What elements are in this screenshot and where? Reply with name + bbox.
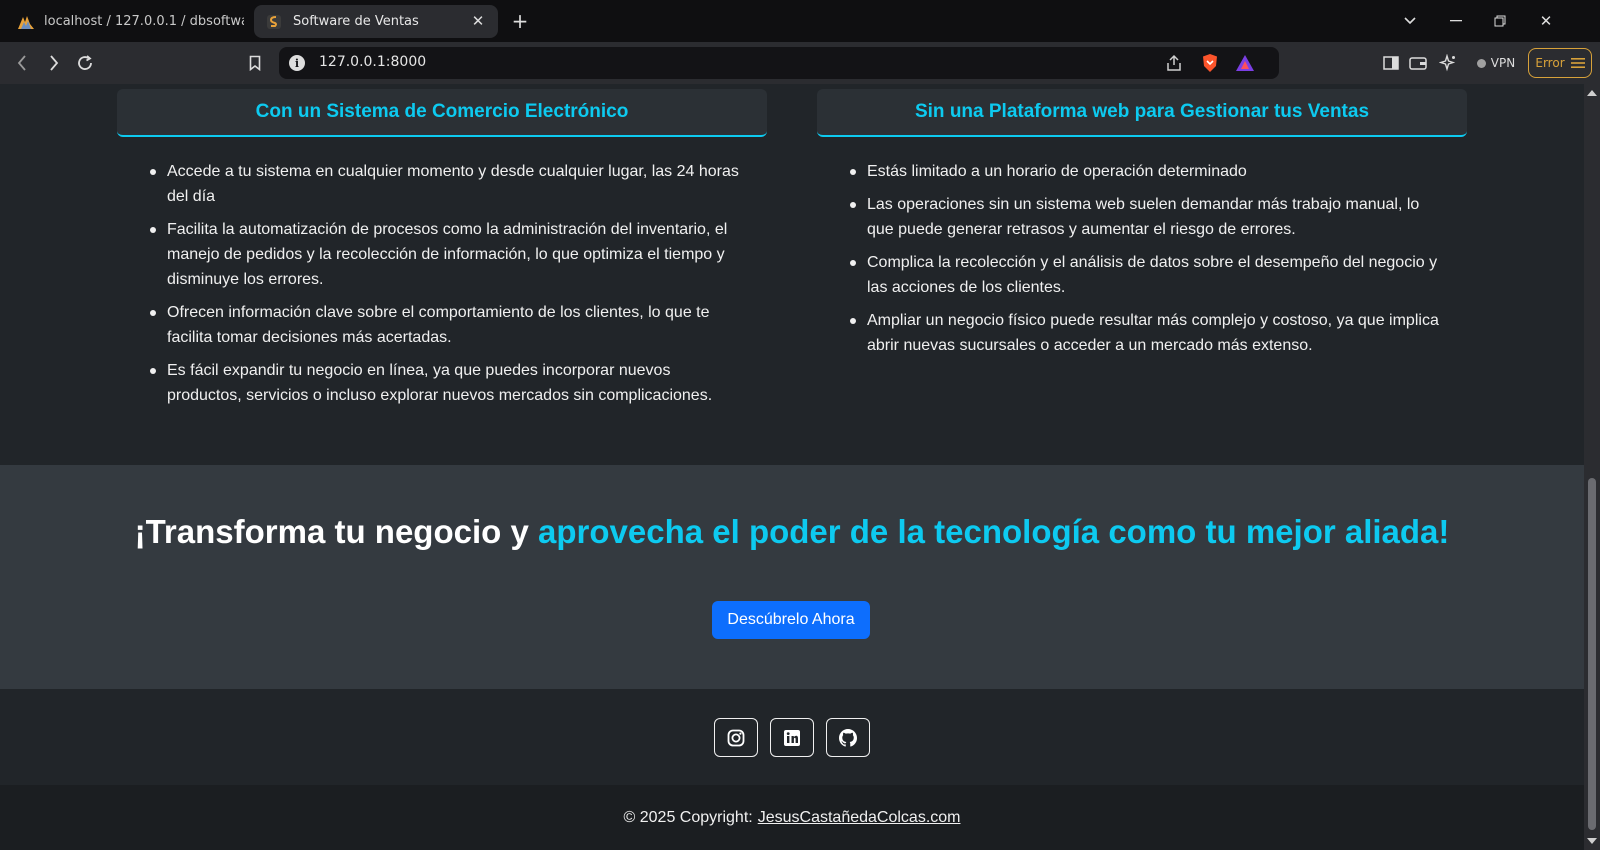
no-platform-drawbacks-list: Estás limitado a un horario de operación… (817, 137, 1467, 358)
list-item: Las operaciones sin un sistema web suele… (850, 192, 1447, 242)
copyright-footer: © 2025 Copyright: JesusCastañedaColcas.c… (0, 785, 1584, 850)
close-window-icon[interactable]: ✕ (1532, 8, 1560, 34)
brave-rewards-icon[interactable] (1234, 52, 1256, 74)
page-viewport: Con un Sistema de Comercio Electrónico A… (0, 84, 1584, 850)
list-item: Es fácil expandir tu negocio en línea, y… (150, 358, 747, 408)
author-site-link[interactable]: JesusCastañedaColcas.com (758, 809, 961, 827)
share-icon[interactable] (1163, 52, 1185, 74)
cta-heading-white: ¡Transforma tu negocio y (134, 513, 538, 550)
browser-toolbar: i 127.0.0.1:8000 VPN Error (0, 42, 1600, 84)
call-to-action-section: ¡Transforma tu negocio y aprovecha el po… (0, 465, 1584, 689)
tab-search-chevron-icon[interactable] (1396, 8, 1424, 34)
leo-ai-icon[interactable] (1436, 51, 1460, 75)
no-platform-drawbacks-title: Sin una Plataforma web para Gestionar tu… (817, 89, 1467, 137)
ecommerce-benefits-column: Con un Sistema de Comercio Electrónico A… (117, 89, 767, 416)
ecommerce-benefits-list: Accede a tu sistema en cualquier momento… (117, 137, 767, 408)
forward-arrow-icon[interactable] (42, 51, 66, 75)
sidebar-toggle-icon[interactable] (1379, 51, 1403, 75)
list-item: Complica la recolección y el análisis de… (850, 250, 1447, 300)
minimize-window-icon[interactable] (1442, 8, 1470, 34)
no-platform-drawbacks-column: Sin una Plataforma web para Gestionar tu… (817, 89, 1467, 366)
restore-window-icon[interactable] (1486, 8, 1514, 34)
bookmark-icon[interactable] (243, 51, 267, 75)
reload-icon[interactable] (73, 51, 97, 75)
tab-label: Software de Ventas (293, 14, 419, 29)
brave-shields-icon[interactable] (1199, 52, 1221, 74)
close-tab-icon[interactable]: ✕ (469, 12, 487, 30)
error-label: Error (1535, 56, 1565, 70)
linkedin-icon (784, 729, 800, 746)
ecommerce-benefits-title: Con un Sistema de Comercio Electrónico (117, 89, 767, 137)
social-links-section (0, 689, 1584, 785)
copyright-text: © 2025 Copyright: (623, 808, 753, 826)
discover-now-button[interactable]: Descúbrelo Ahora (712, 601, 870, 639)
django-icon (266, 14, 284, 30)
new-tab-button[interactable]: + (508, 9, 532, 33)
github-button[interactable] (826, 718, 870, 757)
error-menu-button[interactable]: Error (1528, 48, 1592, 78)
instagram-button[interactable] (714, 718, 758, 757)
tab-software-de-ventas[interactable]: Software de Ventas ✕ (254, 5, 498, 38)
hamburger-menu-icon (1570, 58, 1585, 68)
site-info-icon[interactable]: i (289, 55, 305, 71)
vpn-button[interactable]: VPN (1468, 50, 1524, 76)
list-item: Facilita la automatización de procesos c… (150, 217, 747, 292)
tab-phpmyadmin[interactable]: localhost / 127.0.0.1 / dbsoftwareve (8, 5, 244, 38)
list-item: Estás limitado a un horario de operación… (850, 159, 1447, 184)
wallet-icon[interactable] (1406, 51, 1430, 75)
github-icon (839, 728, 857, 747)
scroll-down-arrow-icon[interactable] (1587, 838, 1597, 844)
instagram-icon (727, 729, 745, 746)
list-item: Ofrecen información clave sobre el compo… (150, 300, 747, 350)
tab-label: localhost / 127.0.0.1 / dbsoftwareve (44, 14, 244, 29)
scroll-up-arrow-icon[interactable] (1587, 90, 1597, 96)
linkedin-button[interactable] (770, 718, 814, 757)
scrollbar-thumb[interactable] (1588, 478, 1596, 830)
cta-heading: ¡Transforma tu negocio y aprovecha el po… (0, 513, 1584, 551)
vpn-status-icon (1476, 58, 1486, 68)
browser-tab-bar: localhost / 127.0.0.1 / dbsoftwareve Sof… (0, 0, 1600, 42)
cta-heading-accent: aprovecha el poder de la tecnología como… (538, 513, 1450, 550)
page-scrollbar[interactable] (1584, 84, 1600, 850)
address-url: 127.0.0.1:8000 (319, 54, 427, 70)
phpmyadmin-icon (17, 14, 35, 30)
back-arrow-icon[interactable] (10, 51, 34, 75)
vpn-label: VPN (1490, 56, 1516, 70)
address-bar[interactable]: i 127.0.0.1:8000 (279, 47, 1279, 79)
list-item: Ampliar un negocio físico puede resultar… (850, 308, 1447, 358)
list-item: Accede a tu sistema en cualquier momento… (150, 159, 747, 209)
